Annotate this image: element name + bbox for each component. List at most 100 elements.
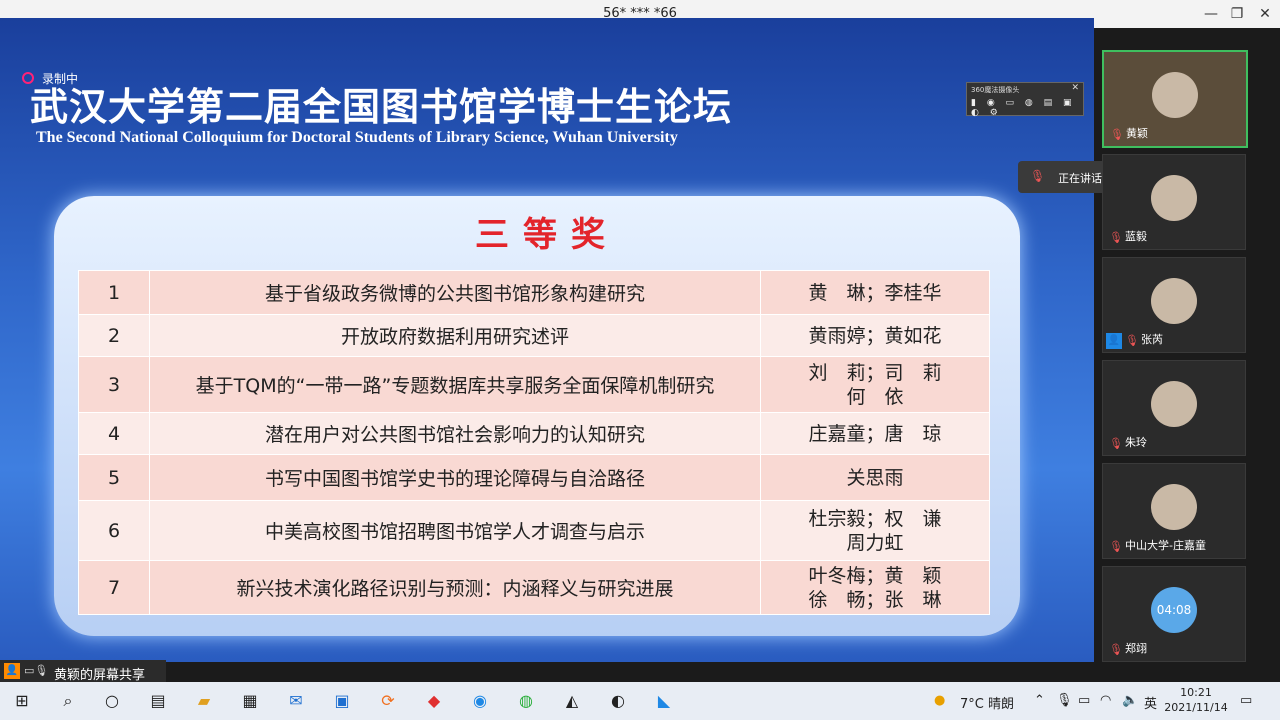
- mic-muted-icon: 🎙: [1110, 128, 1124, 141]
- table-row: 2 开放政府数据利用研究述评 黄雨婷；黄如花: [78, 314, 990, 357]
- award-heading: 三等奖: [475, 215, 619, 255]
- sync-icon[interactable]: ⟳: [376, 690, 400, 712]
- mini-toolbar-icons[interactable]: ▮ ◉ ▭ ◍ ▤ ▣ ◐ ⚙: [971, 98, 1083, 118]
- participant-name: 蓝毅: [1125, 230, 1147, 243]
- paper-authors: 刘 莉；司 莉何 依: [760, 356, 990, 413]
- wechat-icon[interactable]: ◍: [514, 690, 538, 712]
- author-line: 杜宗毅；权 谦: [808, 507, 942, 530]
- taskbar: ⊞ ⌕ ○ ▤ ▰ ▦ ✉ ▣ ⟳ ◆ ◉ ◍ ◭ ◐ ◣ ● 7°C 晴朗 ⌃…: [0, 682, 1280, 720]
- avatar: [1151, 484, 1197, 530]
- participant-tile[interactable]: 👤 🎙 张芮: [1102, 257, 1246, 353]
- user-icon: 👤: [4, 663, 20, 679]
- paper-title: 中美高校图书馆招聘图书馆学人才调查与启示: [149, 500, 761, 561]
- chevron-up-icon[interactable]: ⌃: [1034, 693, 1045, 708]
- slide-title-en: The Second National Colloquium for Docto…: [36, 129, 678, 146]
- camera-mini-toolbar[interactable]: 360魔法摄像头 ✕ ▮ ◉ ▭ ◍ ▤ ▣ ◐ ⚙: [966, 82, 1084, 118]
- paper-authors: 黄 琳；李桂华: [760, 270, 990, 315]
- row-number: 5: [78, 454, 150, 501]
- file-explorer-icon[interactable]: ▰: [192, 690, 216, 712]
- avatar: [1151, 278, 1197, 324]
- paper-title: 新兴技术演化路径识别与预测：内涵释义与研究进展: [149, 560, 761, 615]
- screen-share-bar[interactable]: 👤 ▭🎙 黄颖的屏幕共享: [0, 660, 166, 683]
- participant-name: 朱玲: [1125, 436, 1147, 449]
- avatar: [1151, 381, 1197, 427]
- paper-authors: 关思雨: [760, 454, 990, 501]
- restore-button[interactable]: ❐: [1222, 4, 1252, 24]
- participant-tile[interactable]: 🎙 中山大学-庄嘉童: [1102, 463, 1246, 559]
- table-row: 3 基于TQM的“一带一路”专题数据库共享服务全面保障机制研究刘 莉；司 莉何 依: [78, 356, 990, 413]
- author-line: 刘 莉；司 莉: [808, 361, 942, 384]
- task-view-icon[interactable]: ▤: [146, 690, 170, 712]
- award-table: 1 基于省级政务微博的公共图书馆形象构建研究 黄 琳；李桂华 2 开放政府数据利用研究述…: [78, 270, 990, 615]
- paper-authors: 叶冬梅；黄 颖徐 畅；张 琳: [760, 560, 990, 615]
- table-row: 5 书写中国图书馆学史书的理论障碍与自洽路径 关思雨: [78, 454, 990, 501]
- author-line: 徐 畅；张 琳: [808, 588, 942, 611]
- clock[interactable]: 10:21 2021/11/14: [1164, 685, 1228, 715]
- author-line: 周力虹: [846, 531, 904, 554]
- participant-name: 中山大学-庄嘉童: [1125, 539, 1206, 552]
- participant-tile[interactable]: 🎙 蓝毅: [1102, 154, 1246, 250]
- author-line: 庄嘉童；唐 琼: [808, 422, 942, 445]
- tencent-meeting-icon[interactable]: ◣: [652, 690, 676, 712]
- search-icon[interactable]: ⌕: [56, 690, 80, 712]
- mic-icon: 🎙: [1030, 169, 1046, 183]
- clock-time: 10:21: [1180, 686, 1212, 699]
- mic-muted-icon: 🎙: [1109, 643, 1123, 656]
- author-line: 黄 琳；李桂华: [808, 281, 942, 304]
- share-label: 黄颖的屏幕共享: [54, 668, 146, 683]
- paper-title: 书写中国图书馆学史书的理论障碍与自洽路径: [149, 454, 761, 501]
- paper-authors: 黄雨婷；黄如花: [760, 314, 990, 357]
- clock-date: 2021/11/14: [1164, 701, 1228, 714]
- row-number: 4: [78, 412, 150, 455]
- host-icon: 👤: [1106, 333, 1122, 349]
- mini-toolbar-title: 360魔法摄像头: [971, 86, 1020, 94]
- wifi-icon[interactable]: ◠: [1100, 693, 1111, 708]
- volume-icon[interactable]: 🔈: [1122, 693, 1138, 708]
- cortana-icon[interactable]: ○: [100, 690, 124, 712]
- author-line: 关思雨: [846, 466, 904, 489]
- row-number: 1: [78, 270, 150, 315]
- screen-mic-icon: ▭🎙: [24, 664, 49, 677]
- table-row: 1 基于省级政务微博的公共图书馆形象构建研究 黄 琳；李桂华: [78, 270, 990, 315]
- close-button[interactable]: ✕: [1250, 4, 1280, 24]
- participant-name: 张芮: [1141, 333, 1163, 346]
- avatar: [1151, 175, 1197, 221]
- mic-tray-icon[interactable]: 🎙: [1056, 693, 1073, 708]
- mail-icon[interactable]: ✉: [284, 690, 308, 712]
- avatar: [1152, 72, 1198, 118]
- row-number: 6: [78, 500, 150, 561]
- battery-icon[interactable]: ▭: [1078, 693, 1090, 708]
- row-number: 2: [78, 314, 150, 357]
- windows-start-icon[interactable]: ⊞: [10, 690, 34, 712]
- weather-icon: ●: [934, 693, 946, 708]
- qq-icon[interactable]: ◐: [606, 690, 630, 712]
- acrobat-icon[interactable]: ◭: [560, 690, 584, 712]
- pdf-app-icon[interactable]: ◆: [422, 690, 446, 712]
- participant-tile[interactable]: 🎙 朱玲: [1102, 360, 1246, 456]
- avatar: 04:08: [1151, 587, 1197, 633]
- author-line: 何 依: [846, 385, 904, 408]
- edge-browser-icon[interactable]: ◉: [468, 690, 492, 712]
- paper-title: 开放政府数据利用研究述评: [149, 314, 761, 357]
- mic-muted-icon: 🎙: [1109, 231, 1123, 244]
- mini-close-icon[interactable]: ✕: [1071, 83, 1079, 93]
- store-icon[interactable]: ▦: [238, 690, 262, 712]
- notification-icon[interactable]: ▭: [1240, 693, 1252, 708]
- author-line: 黄雨婷；黄如花: [808, 324, 942, 347]
- table-row: 7 新兴技术演化路径识别与预测：内涵释义与研究进展 叶冬梅；黄 颖徐 畅；张 琳: [78, 560, 990, 615]
- weather-text[interactable]: 7°C 晴朗: [960, 693, 1014, 712]
- row-number: 7: [78, 560, 150, 615]
- participant-name: 黄颖: [1126, 127, 1148, 140]
- paper-title: 基于TQM的“一带一路”专题数据库共享服务全面保障机制研究: [149, 356, 761, 413]
- meeting-app-icon[interactable]: ▣: [330, 690, 354, 712]
- paper-authors: 杜宗毅；权 谦周力虹: [760, 500, 990, 561]
- paper-title: 基于省级政务微博的公共图书馆形象构建研究: [149, 270, 761, 315]
- participant-tile[interactable]: 04:08 🎙 郑翊: [1102, 566, 1246, 662]
- participant-tile[interactable]: 🎙 黄颖: [1102, 50, 1248, 148]
- mic-muted-icon: 🎙: [1109, 437, 1123, 450]
- author-line: 叶冬梅；黄 颖: [808, 564, 942, 587]
- mic-muted-icon: 🎙: [1125, 334, 1139, 347]
- mic-muted-icon: 🎙: [1109, 540, 1123, 553]
- participant-name: 郑翊: [1125, 642, 1147, 655]
- ime-indicator[interactable]: 英: [1144, 693, 1157, 712]
